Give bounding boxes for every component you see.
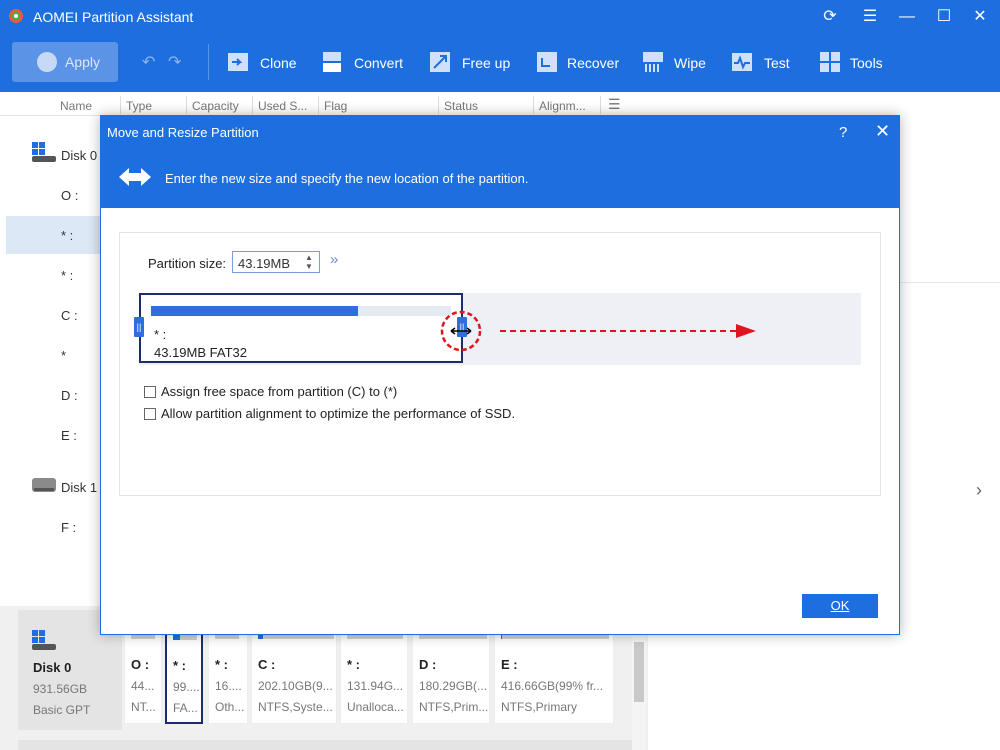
list-item[interactable]: * : [6, 256, 100, 294]
drag-direction-arrow [500, 324, 756, 338]
column-name[interactable]: Name [60, 99, 92, 113]
cursor-highlight-circle [440, 310, 482, 352]
column-divider [600, 96, 601, 114]
disk-icon [32, 478, 56, 492]
partition-block[interactable]: * : 43.19MB FAT32 [139, 293, 463, 363]
list-item-disk-0[interactable]: Disk 0 [6, 136, 100, 174]
convert-icon [323, 52, 341, 72]
dialog-close-button[interactable]: ✕ [875, 121, 890, 142]
wipe-icon [643, 52, 663, 72]
dialog-subtitle: Enter the new size and specify the new l… [165, 171, 529, 186]
partition-card-selected[interactable]: * : 99.... FA... [165, 628, 203, 724]
scrollbar[interactable] [632, 630, 646, 750]
move-resize-dialog: Move and Resize Partition ? ✕ Enter the … [100, 115, 900, 635]
partition-card[interactable]: * : 16.... Oth... [208, 628, 248, 724]
partition-usage-fill [151, 306, 358, 316]
toolbar-divider [208, 44, 209, 80]
maximize-button[interactable]: ☐ [933, 6, 955, 28]
column-divider [533, 96, 534, 114]
minimize-button[interactable]: — [896, 6, 918, 28]
close-button[interactable]: ✕ [969, 6, 991, 28]
scrollbar-thumb[interactable] [634, 642, 644, 702]
column-used-space[interactable]: Used S... [258, 99, 307, 113]
help-button[interactable]: ? [839, 124, 847, 141]
partition-usage-bar [151, 306, 451, 316]
divider [900, 282, 1000, 283]
partition-list: Disk 0 O : * : * : C : * D : E : Disk 1 … [0, 116, 100, 606]
menu-icon[interactable]: ☰ [859, 6, 881, 28]
assign-free-space-checkbox[interactable] [144, 386, 156, 398]
dialog-title: Move and Resize Partition [107, 125, 259, 140]
spinner-icon[interactable]: ▲ ▼ [305, 253, 313, 271]
ok-button[interactable]: OK [802, 594, 878, 618]
list-item[interactable]: F : [6, 508, 100, 546]
list-item[interactable]: D : [6, 376, 100, 414]
list-item-selected[interactable]: * : [6, 216, 100, 254]
partition-details: 43.19MB FAT32 [154, 345, 247, 360]
column-status[interactable]: Status [444, 99, 478, 113]
free-up-icon [430, 52, 450, 72]
disk-icon [32, 630, 56, 650]
resize-arrows-icon [119, 168, 151, 186]
assign-free-space-option[interactable]: Assign free space from partition (C) to … [144, 384, 397, 399]
refresh-icon[interactable]: ⟳ [819, 6, 841, 28]
list-item[interactable]: C : [6, 296, 100, 334]
partition-card[interactable]: E : 416.66GB(99% fr... NTFS,Primary [494, 628, 614, 724]
disk-card-next [18, 740, 632, 750]
check-icon [37, 52, 57, 72]
column-alignment[interactable]: Alignm... [539, 99, 586, 113]
title-bar: AOMEI Partition Assistant ⟳ ☰ — ☐ ✕ [0, 0, 1000, 34]
column-divider [318, 96, 319, 114]
column-divider [252, 96, 253, 114]
app-logo-icon [9, 9, 23, 23]
column-settings-icon[interactable]: ☰ [608, 96, 621, 113]
apply-button[interactable]: Apply [12, 42, 118, 82]
alignment-checkbox[interactable] [144, 408, 156, 420]
recover-icon [537, 52, 557, 72]
right-pane: › [900, 92, 1000, 612]
dialog-panel: Partition size: 43.19MB ▲ ▼ » * : 43.19MB… [119, 232, 881, 496]
column-capacity[interactable]: Capacity [192, 99, 239, 113]
partition-size-label: Partition size: [148, 256, 227, 271]
partition-card[interactable]: C : 202.10GB(9... NTFS,Syste... [251, 628, 337, 724]
disk-icon [32, 142, 56, 162]
column-header: Name Type Capacity Used S... Flag Status… [0, 92, 648, 116]
expand-icon[interactable]: » [330, 251, 338, 268]
column-flag[interactable]: Flag [324, 99, 347, 113]
partition-card[interactable]: O : 44... NT... [124, 628, 162, 724]
chevron-right-icon[interactable]: › [976, 480, 982, 501]
list-item[interactable]: E : [6, 416, 100, 454]
column-type[interactable]: Type [126, 99, 152, 113]
tools-icon [820, 52, 840, 72]
column-divider [186, 96, 187, 114]
test-icon [732, 53, 752, 71]
partition-card[interactable]: * : 131.94G... Unalloca... [340, 628, 408, 724]
redo-icon[interactable]: ↷ [168, 52, 181, 72]
alignment-option[interactable]: Allow partition alignment to optimize th… [144, 406, 515, 421]
clone-icon [228, 53, 248, 71]
partition-card[interactable]: D : 180.29GB(... NTFS,Prim... [412, 628, 490, 724]
left-resize-handle[interactable]: || [134, 317, 144, 337]
dialog-header: Move and Resize Partition ? ✕ Enter the … [101, 116, 899, 208]
undo-icon[interactable]: ↶ [142, 52, 155, 72]
partition-size-input[interactable]: 43.19MB ▲ ▼ [232, 251, 320, 273]
list-item-disk-1[interactable]: Disk 1 [6, 468, 100, 506]
column-divider [438, 96, 439, 114]
toolbar: Apply ↶ ↷ Clone Convert Free up Recover … [0, 34, 1000, 92]
partition-name: * : [154, 327, 167, 342]
list-item[interactable]: * [6, 336, 100, 374]
column-divider [120, 96, 121, 114]
list-item[interactable]: O : [6, 176, 100, 214]
app-title: AOMEI Partition Assistant [33, 9, 194, 25]
